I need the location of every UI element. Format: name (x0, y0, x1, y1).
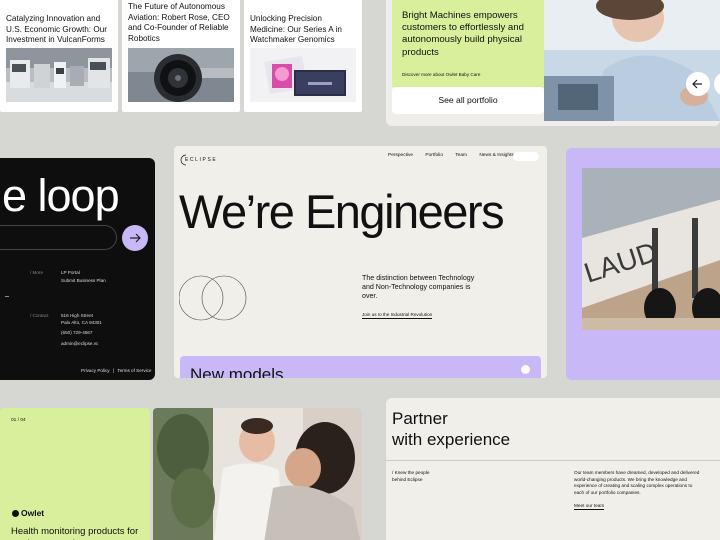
privacy-policy-link[interactable]: Privacy Policy (81, 368, 110, 373)
news-card-vulcanforms[interactable]: Catalyzing Innovation and U.S. Economic … (0, 0, 118, 112)
phone: (650) 729-4567 (61, 330, 93, 336)
see-all-portfolio-button[interactable]: See all portfolio (392, 87, 544, 114)
aircraft-card: LAUD (566, 148, 720, 380)
news-card-reliable-robotics[interactable]: The Future of Autonomous Aviation: Rober… (122, 0, 240, 112)
engineer-photo (544, 0, 720, 121)
news-card-title: The Future of Autonomous Aviation: Rober… (128, 2, 230, 43)
nav-news-insights[interactable]: News & Insights (479, 153, 513, 158)
owlet-headline: Health monitoring products for modern pa… (11, 526, 139, 540)
address-line-1: 516 High Street (61, 313, 93, 318)
nav-portfolio[interactable]: Portfolio (425, 153, 443, 158)
divider-dot (5, 296, 9, 297)
news-card-watchmaker[interactable]: Unlocking Precision Medicine: Our Series… (244, 0, 362, 112)
owlet-card[interactable]: 01 / 04 Owlet Health monitoring products… (0, 408, 150, 540)
aircraft-landing-gear-image: LAUD (582, 168, 720, 330)
factory-image (6, 48, 112, 102)
newsletter-submit-button[interactable] (122, 225, 148, 251)
carousel-prev-button[interactable] (686, 72, 710, 96)
genomics-kit-image (250, 48, 356, 102)
contact-block: 516 High Street Palo Alto, CA 94301 (650… (61, 313, 102, 348)
arrow-right-icon (130, 233, 141, 243)
meet-team-link[interactable]: Meet our team (574, 503, 605, 510)
contact-button[interactable] (513, 152, 539, 161)
legal-separator: | (112, 368, 115, 373)
partner-left-label-1: / Knew the people (392, 470, 430, 475)
partner-body: Our team members have dreamed, developed… (574, 470, 700, 495)
footer-card: e loop / More LP Portal Submit Business … (0, 158, 155, 380)
email-link[interactable]: admin@eclipse.vc (61, 341, 102, 348)
eclipse-circles-graphic (179, 273, 249, 323)
hero-cta-link[interactable]: Join us to the Industrial Revolution (362, 312, 433, 319)
owlet-logo-icon (12, 510, 19, 517)
legal-links: Privacy Policy | Terms of Service (81, 368, 152, 373)
footer-link-submit-plan[interactable]: Submit Business Plan (61, 278, 106, 284)
hero-card: ECLIPSE Perspective Portfolio Team News … (174, 146, 547, 378)
overlapping-circles-icon (179, 275, 247, 321)
hero-headline: We’re Engineers (179, 185, 505, 238)
footer-headline: e loop (2, 170, 120, 221)
partner-headline-line-2: with experience (392, 430, 511, 450)
footer-link-lp-portal[interactable]: LP Portal (61, 270, 80, 276)
news-card-title: Unlocking Precision Medicine: Our Series… (250, 14, 342, 45)
portfolio-highlight[interactable]: Bright Machines empowers customers to ef… (392, 0, 546, 88)
contact-label: / Contact (30, 313, 49, 318)
partner-divider (386, 460, 720, 461)
banner-title: New models (190, 365, 284, 378)
portfolio-link[interactable]: Discover more about Owlet Baby Care (402, 72, 480, 77)
owlet-brand: Owlet (21, 508, 45, 518)
partner-card: Partner with experience / Knew the peopl… (386, 398, 720, 540)
owlet-logo: Owlet (12, 508, 44, 518)
nav-perspective[interactable]: Perspective (388, 153, 413, 158)
more-label: / More (30, 270, 44, 275)
nav-team[interactable]: Team (455, 153, 467, 158)
terms-link[interactable]: Terms of Service (117, 368, 151, 373)
partner-left-label: / Knew the people behind Eclipse (392, 470, 430, 483)
portfolio-headline: Bright Machines empowers customers to ef… (402, 10, 524, 58)
jet-engine-image (128, 48, 234, 102)
banner-dot (521, 365, 530, 374)
hero-tagline: The distinction between Technology and N… (362, 274, 475, 301)
partner-headline-line-1: Partner (392, 409, 448, 428)
address-line-2: Palo Alto, CA 94301 (61, 319, 102, 325)
slide-counter: 01 / 04 (11, 418, 26, 423)
portfolio-card: Bright Machines empowers customers to ef… (386, 0, 720, 126)
news-card-title: Catalyzing Innovation and U.S. Economic … (6, 14, 108, 45)
arrow-left-icon (692, 79, 702, 89)
partner-left-label-2: behind Eclipse (392, 476, 423, 482)
mother-baby-photo (153, 408, 362, 540)
newsletter-input[interactable] (0, 225, 117, 250)
logo-text: ECLIPSE (185, 157, 218, 163)
eclipse-logo[interactable]: ECLIPSE (179, 153, 216, 167)
partner-headline: Partner with experience (392, 408, 510, 451)
models-banner[interactable]: New models (180, 356, 541, 378)
main-nav: Perspective Portfolio Team News & Insigh… (388, 153, 514, 158)
